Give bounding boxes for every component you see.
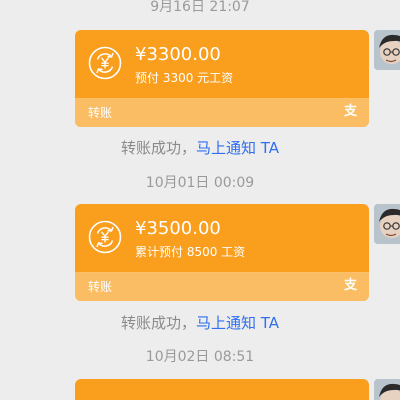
transfer-card-footer: 转账 支 xyxy=(75,99,369,127)
avatar-image xyxy=(374,204,400,244)
timestamp: 10月01日 00:09 xyxy=(145,175,255,191)
notify-link[interactable]: 马上通知 TA xyxy=(196,139,279,157)
timestamp: 9月16日 21:07 xyxy=(150,0,250,15)
transfer-card[interactable]: ¥3500.00 累计预付 8500 工资 转账 支 xyxy=(75,204,369,301)
transfer-notice: 转账成功，马上通知 TA xyxy=(0,138,400,158)
notify-link[interactable]: 马上通知 TA xyxy=(196,314,279,332)
transfer-amount: ¥3500.00 xyxy=(135,218,221,239)
chat-view: 9月16日 21:07 ¥3300.00 预付 3300 元工资 转账 支 转账… xyxy=(0,0,400,400)
transfer-card-footer: 转账 支 xyxy=(75,273,369,301)
transfer-label: 转账 xyxy=(88,280,113,294)
transfer-card[interactable]: ¥3300.00 预付 3300 元工资 转账 支 xyxy=(75,30,369,127)
avatar[interactable] xyxy=(374,379,400,400)
transfer-amount: ¥3300.00 xyxy=(135,44,221,65)
transfer-description: 累计预付 8500 工资 xyxy=(135,245,246,259)
avatar[interactable] xyxy=(374,30,400,70)
transfer-label: 转账 xyxy=(88,106,113,120)
avatar-image xyxy=(374,379,400,400)
transfer-icon xyxy=(88,220,122,254)
transfer-card-body: ¥3500.00 累计预付 8500 工资 xyxy=(75,204,369,272)
transfer-card[interactable] xyxy=(75,379,369,400)
transfer-notice: 转账成功，马上通知 TA xyxy=(0,313,400,333)
alipay-icon: 支 xyxy=(343,278,357,293)
alipay-icon: 支 xyxy=(343,104,357,119)
notice-text: 转账成功， xyxy=(120,314,196,332)
avatar[interactable] xyxy=(374,204,400,244)
transfer-icon xyxy=(88,46,122,80)
transfer-description: 预付 3300 元工资 xyxy=(135,71,234,85)
notice-text: 转账成功， xyxy=(120,139,196,157)
avatar-image xyxy=(374,30,400,70)
transfer-card-body: ¥3300.00 预付 3300 元工资 xyxy=(75,30,369,98)
timestamp: 10月02日 08:51 xyxy=(145,349,255,365)
